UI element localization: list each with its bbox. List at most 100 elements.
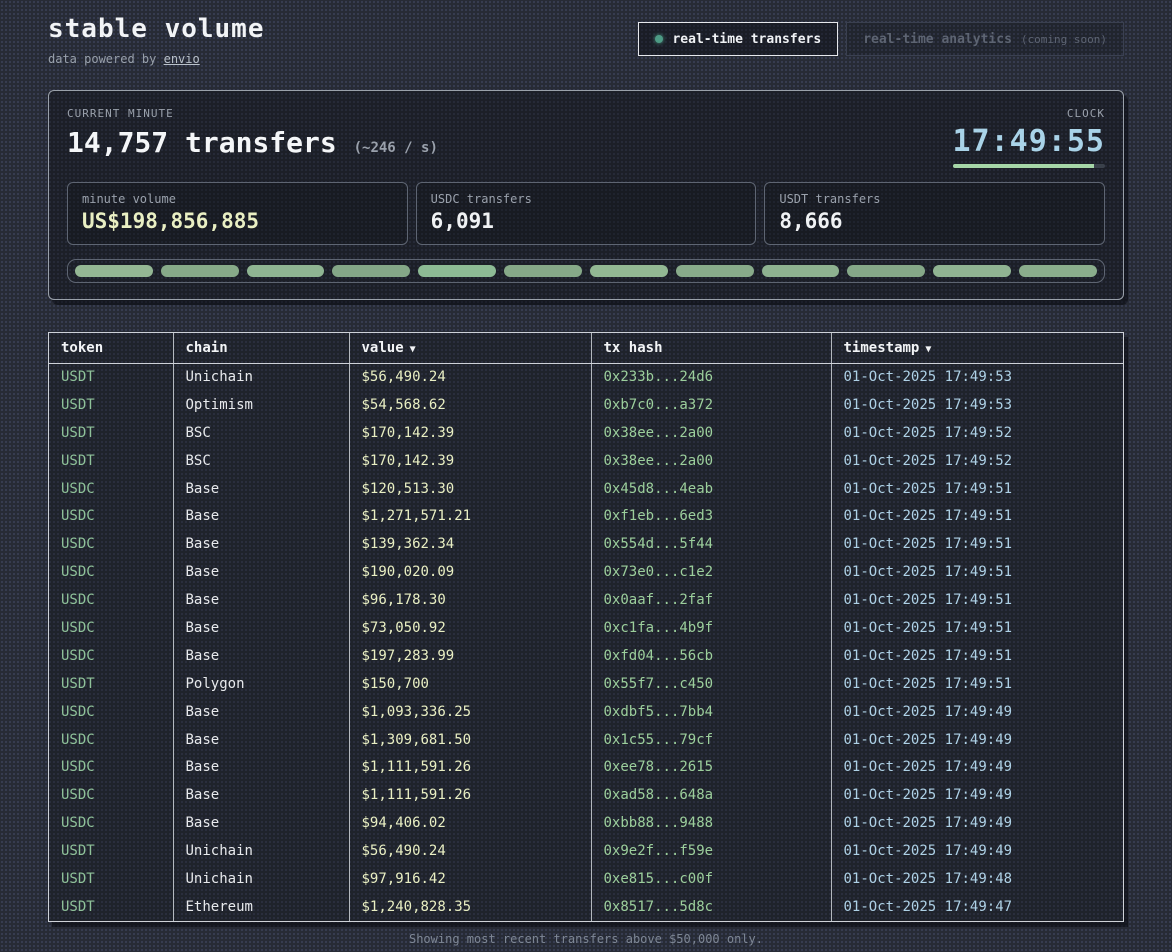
stat-value: 8,666 (779, 209, 1090, 233)
activity-segment (762, 265, 840, 277)
column-header-value[interactable]: value▼ (349, 333, 591, 363)
stat-label: USDT transfers (779, 192, 1090, 206)
value-cell: $94,406.02 (349, 809, 591, 837)
token-cell: USDC (49, 781, 173, 809)
column-label: tx hash (604, 340, 663, 356)
tx-hash-cell[interactable]: 0xc1fa...4b9f (591, 614, 831, 642)
activity-segment (332, 265, 410, 277)
tab-real-time-analytics[interactable]: real-time analytics (coming soon) (846, 22, 1124, 56)
envio-link[interactable]: envio (164, 52, 200, 66)
chain-cell: Base (173, 475, 349, 503)
token-cell: USDT (49, 447, 173, 475)
clock-time: 17:49:55 (953, 124, 1106, 159)
value-cell: $1,111,591.26 (349, 781, 591, 809)
table-row: USDTUnichain$97,916.420xe815...c00f01-Oc… (49, 865, 1123, 893)
token-cell: USDT (49, 391, 173, 419)
token-cell: USDC (49, 726, 173, 754)
tx-hash-cell[interactable]: 0x55f7...c450 (591, 670, 831, 698)
tab-bar: real-time transfers real-time analytics … (638, 22, 1124, 56)
value-cell: $73,050.92 (349, 614, 591, 642)
stat-usdt-transfers: USDT transfers 8,666 (764, 182, 1105, 245)
tx-hash-cell[interactable]: 0x38ee...2a00 (591, 447, 831, 475)
tx-hash-cell[interactable]: 0xad58...648a (591, 781, 831, 809)
chain-cell: Ethereum (173, 893, 349, 921)
tx-hash-cell[interactable]: 0xf1eb...6ed3 (591, 502, 831, 530)
value-cell: $1,111,591.26 (349, 753, 591, 781)
table-row: USDCBase$1,111,591.260xad58...648a01-Oct… (49, 781, 1123, 809)
tx-hash-cell[interactable]: 0xfd04...56cb (591, 642, 831, 670)
tx-hash-cell[interactable]: 0x9e2f...f59e (591, 837, 831, 865)
token-cell: USDC (49, 809, 173, 837)
column-label: token (61, 340, 103, 356)
token-cell: USDT (49, 363, 173, 391)
chain-cell: Base (173, 781, 349, 809)
timestamp-cell: 01-Oct-2025 17:49:53 (831, 363, 1123, 391)
timestamp-cell: 01-Oct-2025 17:49:49 (831, 726, 1123, 754)
chain-cell: Base (173, 614, 349, 642)
token-cell: USDC (49, 502, 173, 530)
activity-segment (847, 265, 925, 277)
tx-hash-cell[interactable]: 0x233b...24d6 (591, 363, 831, 391)
tx-hash-cell[interactable]: 0x38ee...2a00 (591, 419, 831, 447)
table-row: USDCBase$94,406.020xbb88...948801-Oct-20… (49, 809, 1123, 837)
tx-hash-cell[interactable]: 0xee78...2615 (591, 753, 831, 781)
chain-cell: Unichain (173, 837, 349, 865)
activity-segment (75, 265, 153, 277)
table-row: USDCBase$1,093,336.250xdbf5...7bb401-Oct… (49, 698, 1123, 726)
tab-real-time-transfers[interactable]: real-time transfers (638, 22, 838, 56)
token-cell: USDC (49, 698, 173, 726)
tx-hash-cell[interactable]: 0xdbf5...7bb4 (591, 698, 831, 726)
tx-hash-cell[interactable]: 0x45d8...4eab (591, 475, 831, 503)
timestamp-cell: 01-Oct-2025 17:49:52 (831, 447, 1123, 475)
table-row: USDTOptimism$54,568.620xb7c0...a37201-Oc… (49, 391, 1123, 419)
column-label: value (362, 340, 404, 356)
chain-cell: Base (173, 753, 349, 781)
token-cell: USDC (49, 753, 173, 781)
column-label: timestamp (844, 340, 920, 356)
chain-cell: Polygon (173, 670, 349, 698)
token-cell: USDT (49, 893, 173, 921)
table-row: USDTUnichain$56,490.240x9e2f...f59e01-Oc… (49, 837, 1123, 865)
timestamp-cell: 01-Oct-2025 17:49:49 (831, 781, 1123, 809)
powered-by-prefix: data powered by (48, 52, 164, 66)
token-cell: USDC (49, 586, 173, 614)
value-cell: $1,240,828.35 (349, 893, 591, 921)
table-row: USDCBase$73,050.920xc1fa...4b9f01-Oct-20… (49, 614, 1123, 642)
tx-hash-cell[interactable]: 0x1c55...79cf (591, 726, 831, 754)
timestamp-cell: 01-Oct-2025 17:49:51 (831, 642, 1123, 670)
chain-cell: Base (173, 502, 349, 530)
token-cell: USDT (49, 670, 173, 698)
timestamp-cell: 01-Oct-2025 17:49:49 (831, 809, 1123, 837)
tab-transfers-label: real-time transfers (672, 32, 821, 47)
table-row: USDCBase$96,178.300x0aaf...2faf01-Oct-20… (49, 586, 1123, 614)
clock-block: CLOCK 17:49:55 (953, 107, 1106, 168)
column-header-timestamp[interactable]: timestamp▼ (831, 333, 1123, 363)
tx-hash-cell[interactable]: 0x73e0...c1e2 (591, 558, 831, 586)
timestamp-cell: 01-Oct-2025 17:49:52 (831, 419, 1123, 447)
tx-hash-cell[interactable]: 0x0aaf...2faf (591, 586, 831, 614)
timestamp-cell: 01-Oct-2025 17:49:53 (831, 391, 1123, 419)
tx-hash-cell[interactable]: 0x554d...5f44 (591, 530, 831, 558)
chain-cell: Unichain (173, 363, 349, 391)
tx-hash-cell[interactable]: 0x8517...5d8c (591, 893, 831, 921)
chain-cell: Base (173, 586, 349, 614)
value-cell: $1,271,571.21 (349, 502, 591, 530)
transfers-table: tokenchainvalue▼tx hashtimestamp▼ USDTUn… (49, 333, 1123, 921)
chain-cell: Base (173, 726, 349, 754)
timestamp-cell: 01-Oct-2025 17:49:49 (831, 837, 1123, 865)
chain-cell: Base (173, 642, 349, 670)
token-cell: USDC (49, 614, 173, 642)
activity-segment-bar (67, 259, 1105, 283)
clock-progress-fill (953, 164, 1094, 168)
timestamp-cell: 01-Oct-2025 17:49:51 (831, 614, 1123, 642)
table-row: USDCBase$190,020.090x73e0...c1e201-Oct-2… (49, 558, 1123, 586)
tx-hash-cell[interactable]: 0xb7c0...a372 (591, 391, 831, 419)
current-minute-panel: CURRENT MINUTE 14,757 transfers (~246 / … (48, 90, 1124, 300)
stat-row: minute volume US$198,856,885 USDC transf… (67, 182, 1105, 245)
tx-hash-cell[interactable]: 0xbb88...9488 (591, 809, 831, 837)
stat-minute-volume: minute volume US$198,856,885 (67, 182, 408, 245)
tx-hash-cell[interactable]: 0xe815...c00f (591, 865, 831, 893)
token-cell: USDT (49, 865, 173, 893)
timestamp-cell: 01-Oct-2025 17:49:49 (831, 698, 1123, 726)
value-cell: $56,490.24 (349, 837, 591, 865)
